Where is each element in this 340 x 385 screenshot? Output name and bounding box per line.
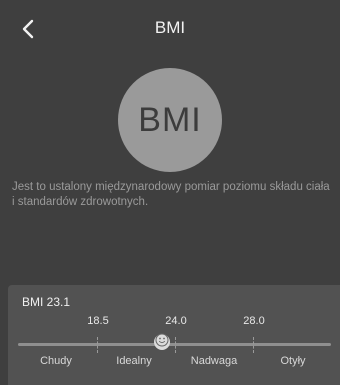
bmi-screen: BMI BMI Jest to ustalony międzynarodowy … <box>0 0 340 385</box>
bmi-logo-text: BMI <box>138 100 202 139</box>
category-label: Nadwaga <box>190 355 238 367</box>
category-label: Chudy <box>40 355 72 367</box>
threshold-label: 24.0 <box>165 315 187 327</box>
bmi-description: Jest to ustalony międzynarodowy pomiar p… <box>12 181 330 208</box>
threshold-tick <box>97 337 99 353</box>
threshold-label: 18.5 <box>87 315 109 327</box>
bmi-scale-card: BMI 23.1 18.5 24.0 28.0 Chudy Idealny Na… <box>8 285 340 385</box>
category-label: Idealny <box>116 355 152 367</box>
bmi-logo: BMI <box>118 68 222 172</box>
page-title: BMI <box>154 18 186 37</box>
bmi-current-value: BMI 23.1 <box>22 295 71 309</box>
smiley-face-icon <box>155 333 169 352</box>
bmi-marker <box>154 333 170 352</box>
category-label: Otyły <box>280 355 306 367</box>
threshold-label: 28.0 <box>243 315 265 327</box>
top-bar: BMI <box>0 0 340 60</box>
threshold-tick <box>175 337 177 353</box>
threshold-tick <box>253 337 255 353</box>
